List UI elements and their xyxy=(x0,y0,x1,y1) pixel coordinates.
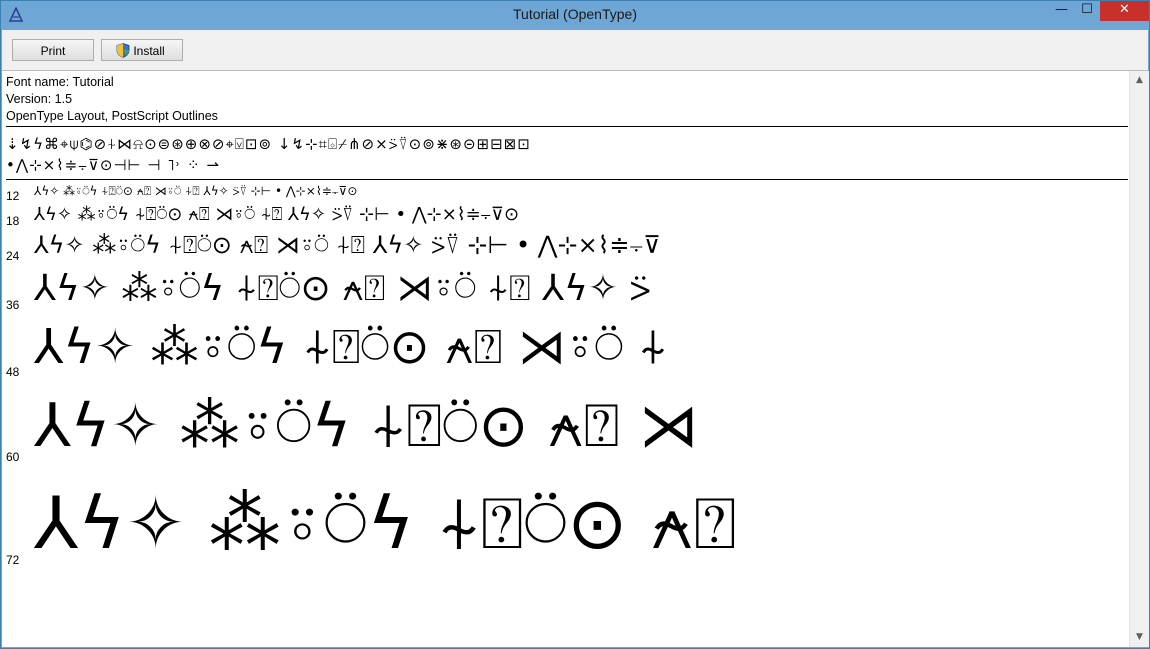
font-type-line: OpenType Layout, PostScript Outlines xyxy=(6,109,218,123)
title-bar[interactable]: Tutorial (OpenType) — ☐ ✕ xyxy=(1,1,1149,30)
toolbar: Print Install xyxy=(2,30,1148,71)
install-button[interactable]: Install xyxy=(101,39,183,61)
window-title: Tutorial (OpenType) xyxy=(513,6,637,22)
minimize-button[interactable]: — xyxy=(1048,1,1075,21)
sample-line-48: ⅄ϟ✧ ⁂⍤⍥ϟ ⍭⍰⍥⊙ ⍲⍰ ⋊⍤⍥ ⍭ xyxy=(34,319,668,375)
separator-bottom xyxy=(6,179,1128,180)
uac-shield-icon xyxy=(116,43,130,58)
size-label-72: 72 xyxy=(6,553,20,567)
charset-line-1: ⇣↯ϟ⌘⌖⍦⌬⊘⍭⋈⍾⊙⊜⊛⊕⊗⊘⌖⍌⊡⊚ ↓↯⊹⌗⌺⌿⋔⊘⨯⍩⍢⊙⊚⋇⊛⊝⊞⊟… xyxy=(6,135,531,153)
maximize-button[interactable]: ☐ xyxy=(1075,1,1099,21)
sample-line-24: ⅄ϟ✧ ⁂⍤⍥ϟ ⍭⍰⍥⊙ ⍲⍰ ⋊⍤⍥ ⍭⍰ ⅄ϟ✧ ⍩⍢ ⊹⊢ • ⋀⊹⨯⌇… xyxy=(34,231,661,259)
sample-line-72: ⅄ϟ✧ ⁂⍤⍥ϟ ⍭⍰⍥⊙ ⍲⍰ xyxy=(34,481,737,565)
size-label-60: 60 xyxy=(6,450,20,464)
charset-line-2: •⋀⊹⨯⌇≑⨪⊽⊙⊣⊢ ⊣ ˥˒ ⁘ ⇀ xyxy=(6,156,220,174)
sample-line-18: ⅄ϟ✧ ⁂⍤⍥ϟ ⍭⍰⍥⊙ ⍲⍰ ⋊⍤⍥ ⍭⍰ ⅄ϟ✧ ⍩⍢ ⊹⊢ • ⋀⊹⨯⌇… xyxy=(34,204,520,225)
font-name-line: Font name: Tutorial xyxy=(6,75,114,89)
sample-line-36: ⅄ϟ✧ ⁂⍤⍥ϟ ⍭⍰⍥⊙ ⍲⍰ ⋊⍤⍥ ⍭⍰ ⅄ϟ✧ ⍩ xyxy=(34,268,652,309)
font-viewer-window: Tutorial (OpenType) — ☐ ✕ Print Install … xyxy=(0,0,1150,649)
size-label-18: 18 xyxy=(6,214,20,228)
size-label-24: 24 xyxy=(6,249,20,263)
size-label-12: 12 xyxy=(6,189,20,203)
close-button[interactable]: ✕ xyxy=(1100,1,1149,21)
install-button-label: Install xyxy=(133,44,165,58)
sample-line-60: ⅄ϟ✧ ⁂⍤⍥ϟ ⍭⍰⍥⊙ ⍲⍰ ⋊ xyxy=(34,391,699,461)
sample-line-12: ⅄ϟ✧ ⁂⍤⍥ϟ ⍭⍰⍥⊙ ⍲⍰ ⋊⍤⍥ ⍭⍰ ⅄ϟ✧ ⍩⍢ ⊹⊢ • ⋀⊹⨯⌇… xyxy=(34,184,358,198)
print-button[interactable]: Print xyxy=(12,39,94,61)
separator-top xyxy=(6,126,1128,127)
size-label-48: 48 xyxy=(6,365,20,379)
vertical-scrollbar[interactable]: ▲ ▼ xyxy=(1129,71,1149,647)
scroll-down-arrow-icon[interactable]: ▼ xyxy=(1130,632,1149,642)
scroll-up-arrow-icon[interactable]: ▲ xyxy=(1130,75,1149,85)
font-preview-area[interactable]: Font name: Tutorial Version: 1.5 OpenTyp… xyxy=(2,71,1129,647)
font-version-line: Version: 1.5 xyxy=(6,92,73,106)
size-label-36: 36 xyxy=(6,298,20,312)
